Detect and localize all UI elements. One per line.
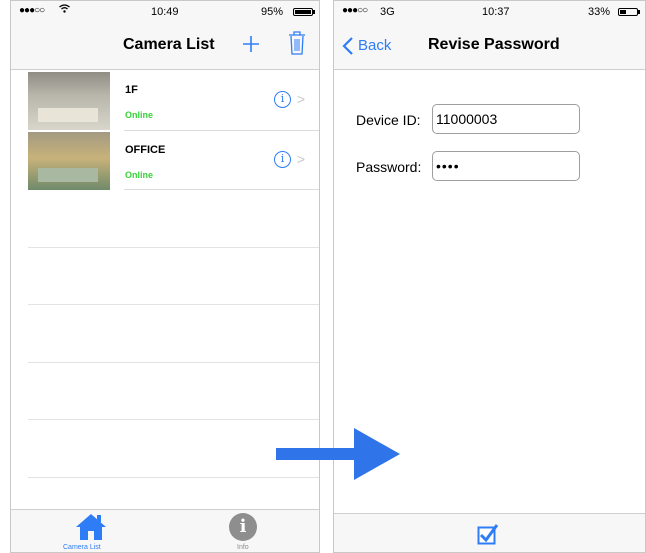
house-icon [76, 514, 106, 540]
signal-icon: ●●●○○ [19, 5, 45, 16]
camera-thumbnail [28, 132, 110, 190]
divider [28, 419, 319, 420]
status-time: 10:37 [482, 6, 510, 18]
info-icon[interactable]: i [274, 151, 291, 168]
confirm-button[interactable] [477, 523, 499, 545]
add-camera-button[interactable] [241, 33, 261, 55]
status-time: 10:49 [151, 6, 179, 18]
chevron-right-icon: > [296, 151, 305, 167]
device-id-label: Device ID: [356, 112, 421, 128]
battery-percent: 33% [588, 6, 611, 18]
camera-row-office[interactable]: OFFICE Online i > [11, 132, 319, 190]
plus-icon [243, 36, 259, 52]
info-icon: i [229, 513, 257, 541]
navbar: Back Revise Password [334, 23, 645, 70]
tab-info[interactable]: i Info [221, 510, 271, 552]
battery-icon [293, 8, 315, 16]
status-bar: ●●●○○ 10:49 95% [11, 1, 319, 23]
back-label: Back [358, 37, 392, 54]
camera-status: Online [125, 110, 154, 120]
signal-icon: ●●●○○ [342, 5, 368, 16]
camera-list-screen: ●●●○○ 10:49 95% Camera List 1F Online i … [10, 0, 320, 553]
page-title: Camera List [123, 36, 215, 53]
chevron-right-icon: > [296, 91, 305, 107]
chevron-left-icon [342, 37, 353, 55]
camera-status: Online [125, 170, 154, 180]
divider [28, 304, 319, 305]
delete-camera-button[interactable] [288, 30, 306, 56]
password-label: Password: [356, 159, 422, 175]
tab-bar: Camera List i Info [11, 509, 319, 552]
tab-label: Camera List [63, 544, 101, 551]
battery-icon [618, 8, 640, 16]
wifi-icon [59, 4, 70, 16]
camera-name: OFFICE [125, 144, 166, 156]
page-title: Revise Password [428, 36, 560, 53]
divider [28, 362, 319, 363]
navbar: Camera List [11, 23, 319, 70]
device-id-field[interactable]: 11000003 [432, 104, 580, 134]
camera-row-1f[interactable]: 1F Online i > [11, 72, 319, 130]
status-bar: ●●●○○ 3G 10:37 33% [334, 1, 645, 23]
divider [124, 189, 319, 190]
tab-label: Info [237, 544, 249, 551]
checkbox-checked-icon [477, 524, 499, 545]
camera-name: 1F [125, 84, 138, 96]
carrier-label: 3G [380, 6, 395, 18]
divider [28, 247, 319, 248]
camera-thumbnail [28, 72, 110, 130]
divider [124, 130, 319, 131]
password-field[interactable]: •••• [432, 151, 580, 181]
arrow-right-icon [276, 428, 400, 480]
battery-percent: 95% [261, 6, 284, 18]
back-button[interactable]: Back [342, 35, 404, 57]
tab-camera-list[interactable]: Camera List [61, 510, 121, 552]
trash-icon [289, 31, 305, 55]
info-icon[interactable]: i [274, 91, 291, 108]
bottom-toolbar [334, 513, 645, 552]
